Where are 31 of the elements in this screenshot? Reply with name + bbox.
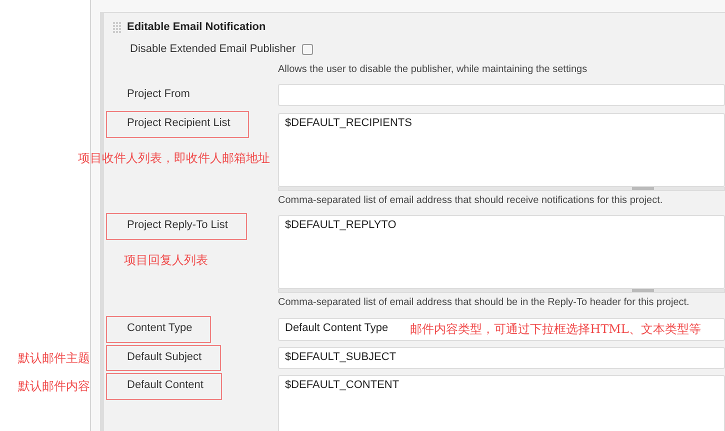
field-label: Default Subject <box>106 344 221 372</box>
field-label: Project From <box>126 87 191 102</box>
field-label: Disable Extended Email Publisher <box>130 42 296 56</box>
annotation-note: 默认邮件内容 <box>18 379 90 394</box>
field-value: $DEFAULT_SUBJECT <box>285 350 396 364</box>
annotation-note: 默认邮件主题 <box>18 350 90 366</box>
field-label: Project Recipient List <box>106 110 250 138</box>
field-label: Project Reply-To List <box>106 213 247 240</box>
text-area[interactable]: $DEFAULT_REPLYTO <box>278 215 725 290</box>
help-text: Comma-separated list of email address that should receive notifications for this project. <box>278 194 664 208</box>
annotation-note: 项目收件人列表，即收件人邮箱地址 <box>78 150 270 166</box>
resize-handle[interactable] <box>632 186 654 190</box>
checkbox[interactable] <box>302 44 313 56</box>
select-field[interactable]: Default Content Type 邮件内容类型，可通过下拉框选择HTML、文本类型等 <box>278 318 725 341</box>
help-text: Comma-separated list of email address that should be in the Reply-To header for this project. <box>278 296 690 310</box>
field-label: Default Content <box>106 373 222 400</box>
text-area[interactable]: $DEFAULT_CONTENT <box>278 375 725 431</box>
section-title: Editable Email Notification <box>127 21 266 35</box>
field-label: Content Type <box>106 316 212 342</box>
text-area[interactable]: $DEFAULT_RECIPIENTS <box>278 112 725 187</box>
drag-handle-icon[interactable] <box>113 22 121 34</box>
input-field[interactable] <box>278 84 725 106</box>
field-value: Default Content Type <box>285 322 388 336</box>
annotation-note: 邮件内容类型，可通过下拉框选择HTML、文本类型等 <box>410 322 701 337</box>
annotation-note: 项目回复人列表 <box>124 253 208 268</box>
field-value: $DEFAULT_CONTENT <box>285 379 400 392</box>
input-field[interactable]: $DEFAULT_SUBJECT <box>278 346 725 368</box>
field-value: $DEFAULT_RECIPIENTS <box>285 116 412 129</box>
resize-handle[interactable] <box>632 289 654 292</box>
help-text: Allows the user to disable the publisher, while maintaining the settings <box>278 62 588 76</box>
field-value: $DEFAULT_REPLYTO <box>285 219 396 232</box>
